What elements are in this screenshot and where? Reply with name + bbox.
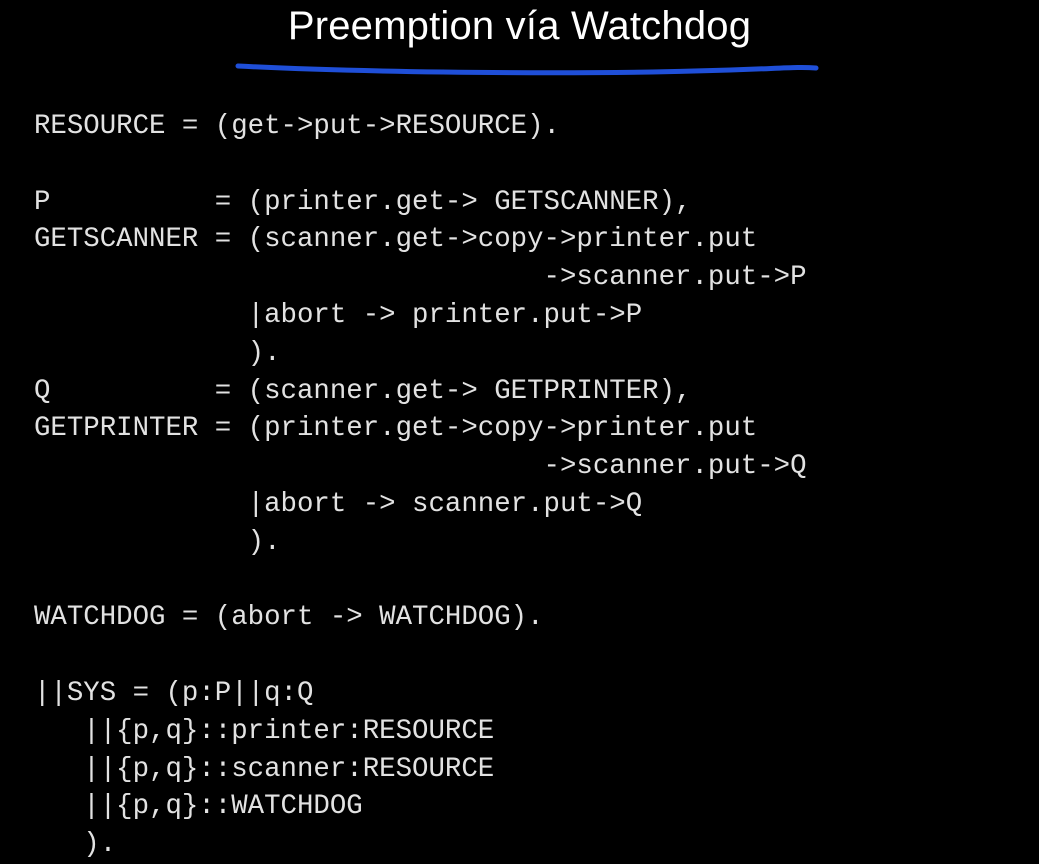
code-line: |abort -> printer.put->P — [34, 299, 643, 331]
code-block: RESOURCE = (get->put->RESOURCE). P = (pri… — [34, 108, 807, 864]
code-line: ). — [34, 526, 281, 558]
code-line: ||{p,q}::scanner:RESOURCE — [34, 753, 495, 785]
code-line: ->scanner.put->P — [34, 262, 807, 294]
code-line: ||{p,q}::WATCHDOG — [34, 791, 363, 823]
code-line: GETPRINTER = (printer.get->copy->printer… — [34, 413, 758, 445]
code-line: ||{p,q}::printer:RESOURCE — [34, 715, 495, 747]
code-line: RESOURCE = (get->put->RESOURCE). — [34, 111, 560, 142]
code-line: Q = (scanner.get-> GETPRINTER), — [34, 375, 692, 407]
code-line: |abort -> scanner.put->Q — [34, 488, 643, 520]
slide: Preemption vía Watchdog RESOURCE = (get-… — [0, 0, 1039, 861]
code-line: ). — [34, 337, 281, 369]
code-line: P = (printer.get-> GETSCANNER), — [34, 186, 692, 218]
code-line: ->scanner.put->Q — [34, 451, 807, 483]
slide-title: Preemption vía Watchdog — [287, 4, 752, 48]
code-line: GETSCANNER = (scanner.get->copy->printer… — [34, 224, 758, 256]
code-line: ||SYS = (p:P||q:Q — [34, 677, 314, 709]
code-line: ). — [34, 829, 117, 861]
code-line: WATCHDOG = (abort -> WATCHDOG). — [34, 602, 544, 634]
title-underline — [235, 63, 819, 76]
